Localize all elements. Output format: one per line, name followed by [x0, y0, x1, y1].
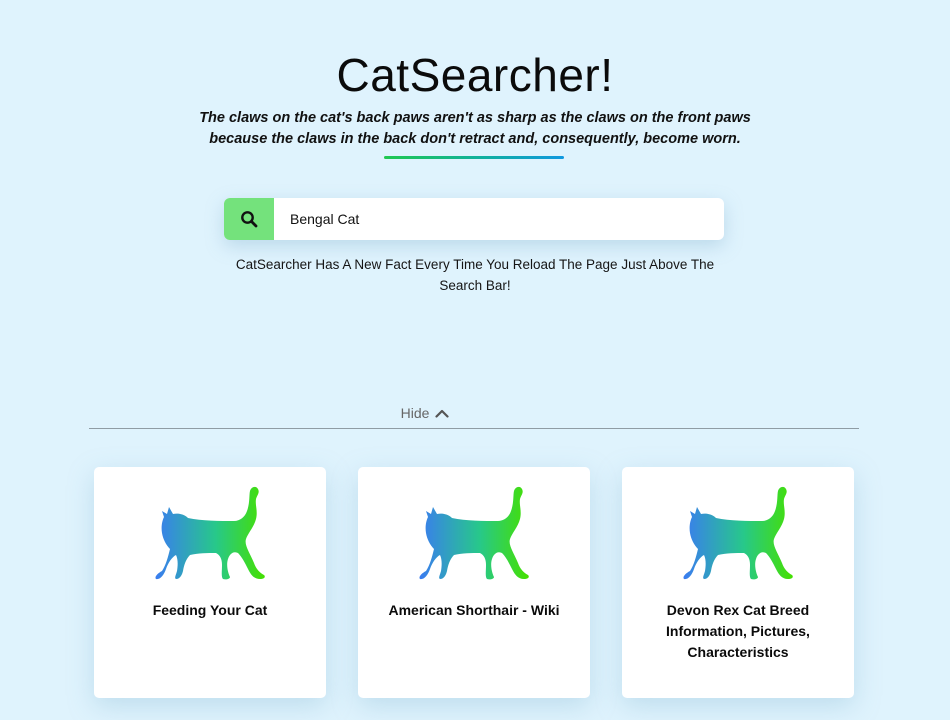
- cat-icon: [150, 483, 270, 583]
- chevron-up-icon: [435, 409, 449, 418]
- result-card[interactable]: Devon Rex Cat Breed Information, Picture…: [622, 467, 854, 698]
- result-card-title: Devon Rex Cat Breed Information, Picture…: [666, 602, 810, 660]
- cat-fact: The claws on the cat's back paws aren't …: [199, 110, 751, 147]
- page-title: CatSearcher!: [336, 49, 614, 101]
- result-card[interactable]: American Shorthair - Wiki: [358, 467, 590, 698]
- search-icon: [241, 211, 258, 228]
- search-hint: CatSearcher Has A New Fact Every Time Yo…: [235, 257, 715, 293]
- cat-icon: [678, 483, 798, 583]
- cat-icon: [414, 483, 534, 583]
- results-divider: [89, 428, 859, 429]
- fact-underline: [384, 156, 564, 159]
- search-bar: [224, 198, 724, 240]
- search-input[interactable]: [274, 198, 724, 240]
- hide-label: Hide: [400, 405, 430, 421]
- result-card-title: Feeding Your Cat: [152, 602, 268, 618]
- result-card[interactable]: Feeding Your Cat: [94, 467, 326, 698]
- search-button[interactable]: [224, 198, 274, 240]
- hide-results-toggle[interactable]: Hide: [395, 402, 455, 424]
- result-card-title: American Shorthair - Wiki: [388, 602, 560, 618]
